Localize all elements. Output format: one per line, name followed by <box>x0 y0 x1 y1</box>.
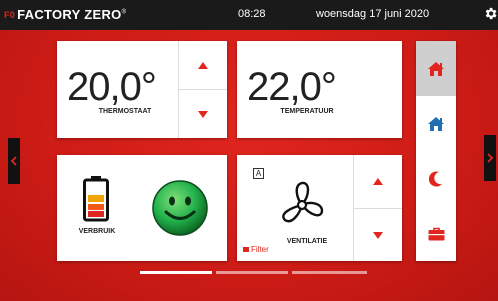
usage-tile[interactable]: VERBRUIK <box>57 155 227 261</box>
thermostat-value: 20,0° <box>67 65 157 109</box>
chevron-left-icon <box>11 156 17 166</box>
usage-label: VERBRUIK <box>78 228 116 235</box>
battery-icon <box>83 176 109 222</box>
prev-page-button[interactable] <box>8 138 20 184</box>
temperature-value: 22,0° <box>247 65 337 109</box>
temperature-tile[interactable]: 22,0° TEMPERATUUR <box>237 41 402 138</box>
moon-icon <box>429 171 442 187</box>
triangle-down-icon <box>373 231 383 239</box>
clock-time: 08:28 <box>238 8 266 20</box>
top-bar: F0 FACTORY ZERO® 08:28 woensdag 17 juni 2… <box>0 0 498 30</box>
smiley-icon <box>152 180 208 236</box>
home-red-icon <box>428 61 444 76</box>
filter-label: Filter <box>251 245 269 254</box>
ventilation-mode-badge: A <box>253 168 264 179</box>
filter-indicator[interactable]: Filter <box>243 245 269 254</box>
triangle-up-icon <box>198 61 208 69</box>
ventilation-up-button[interactable] <box>354 155 402 208</box>
page-indicator-3[interactable] <box>292 271 367 274</box>
thermostat-stepper <box>178 41 227 138</box>
clock-date: woensdag 17 juni 2020 <box>316 8 430 20</box>
brand-name: FACTORY ZERO <box>17 7 122 22</box>
side-nav <box>416 41 456 261</box>
ventilation-stepper <box>353 155 402 261</box>
brand-logo: F0 FACTORY ZERO® <box>4 7 126 22</box>
fan-icon <box>282 181 324 223</box>
thermostat-up-button[interactable] <box>179 41 227 89</box>
gear-icon[interactable] <box>483 5 498 22</box>
ventilation-tile[interactable]: A VENTILATIE Filter <box>237 155 402 261</box>
side-nav-night[interactable] <box>416 151 456 206</box>
home-blue-icon <box>428 116 444 131</box>
page-indicator-2[interactable] <box>216 271 288 274</box>
ventilation-down-button[interactable] <box>354 209 402 261</box>
briefcase-icon <box>428 227 444 240</box>
thermostat-tile[interactable]: 20,0° THERMOSTAAT <box>57 41 227 138</box>
page-indicator-1[interactable] <box>140 271 212 274</box>
ventilation-label: VENTILATIE <box>286 238 328 245</box>
thermostat-down-button[interactable] <box>179 90 227 138</box>
thermostat-label: THERMOSTAAT <box>98 108 152 115</box>
temperature-label: TEMPERATUUR <box>280 108 334 115</box>
brand-mark: F0 <box>4 10 16 20</box>
side-nav-home[interactable] <box>416 41 456 96</box>
triangle-down-icon <box>198 110 208 118</box>
next-page-button[interactable] <box>484 135 496 181</box>
side-nav-home-away[interactable] <box>416 96 456 151</box>
trademark: ® <box>121 9 127 16</box>
filter-icon <box>243 247 249 252</box>
side-nav-away[interactable] <box>416 206 456 261</box>
chevron-right-icon <box>487 153 493 163</box>
triangle-up-icon <box>373 178 383 185</box>
